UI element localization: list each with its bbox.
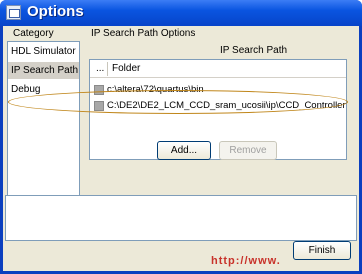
ip-search-options-label: IP Search Path Options: [91, 28, 196, 39]
output-area: [5, 195, 357, 241]
options-window: Options Category HDL Simulator IP Search…: [0, 0, 362, 274]
table-header: ... Folder: [90, 60, 346, 78]
category-label: Category: [13, 28, 54, 39]
row-checkbox[interactable]: [94, 85, 104, 95]
category-item-label: IP Search Path: [11, 65, 79, 76]
options-app-icon: [6, 5, 21, 20]
remove-button: Remove: [219, 141, 277, 160]
ip-search-path-table-title: IP Search Path: [220, 45, 288, 56]
window-title: Options: [27, 3, 84, 20]
category-item-hdl-simulator[interactable]: HDL Simulator: [8, 43, 79, 60]
row-path: C:\DE2\DE2_LCM_CCD_sram_ucosii\ip\CCD_Co…: [107, 100, 346, 111]
row-checkbox[interactable]: [94, 101, 104, 111]
category-item-ip-search-path[interactable]: IP Search Path: [8, 62, 79, 79]
row-path: c:\altera\72\quartus\bin: [107, 84, 204, 95]
marker-column-header[interactable]: ...: [96, 63, 104, 74]
ip-search-path-table[interactable]: ... Folder c:\altera\72\quartus\bin C:\D…: [89, 59, 347, 160]
title-bar[interactable]: Options: [0, 0, 362, 26]
finish-button[interactable]: Finish: [293, 241, 351, 260]
category-item-label: HDL Simulator: [11, 46, 76, 57]
watermark-text: http://www.: [211, 255, 281, 267]
category-list: HDL Simulator IP Search Path Debug: [7, 41, 80, 205]
category-item-label: Debug: [11, 84, 41, 95]
folder-column-header[interactable]: Folder: [112, 63, 140, 74]
dialog-client-area: Category HDL Simulator IP Search Path De…: [3, 26, 359, 271]
table-row[interactable]: C:\DE2\DE2_LCM_CCD_sram_ucosii\ip\CCD_Co…: [90, 98, 346, 114]
add-button[interactable]: Add...: [157, 141, 211, 160]
category-item-debug[interactable]: Debug: [8, 81, 79, 98]
column-separator[interactable]: [107, 62, 108, 76]
table-row[interactable]: c:\altera\72\quartus\bin: [90, 82, 346, 98]
